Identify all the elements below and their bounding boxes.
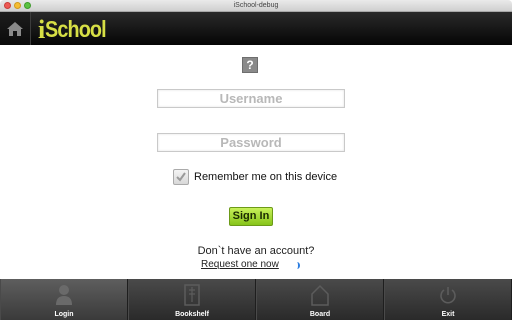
- tab-board[interactable]: Board: [256, 279, 384, 320]
- request-account-link[interactable]: Request one now: [201, 259, 279, 270]
- app-logo: i School: [38, 14, 116, 43]
- power-icon: [437, 284, 459, 306]
- sign-in-button[interactable]: Sign In: [229, 207, 273, 226]
- remember-label: Remember me on this device: [194, 171, 338, 183]
- password-input[interactable]: [157, 133, 345, 152]
- no-account-text: Don`t have an account?: [197, 245, 315, 257]
- tab-login[interactable]: Login: [0, 279, 128, 320]
- tab-exit-label: Exit: [441, 311, 455, 318]
- app-header: i School: [0, 12, 512, 45]
- loading-spinner-icon: [294, 262, 300, 269]
- tab-login-label: Login: [54, 311, 74, 318]
- window-title: iSchool-debug: [233, 2, 279, 9]
- username-input[interactable]: [157, 89, 345, 108]
- window-titlebar: iSchool-debug: [0, 0, 512, 12]
- tab-bookshelf[interactable]: Bookshelf: [128, 279, 256, 320]
- tab-exit[interactable]: Exit: [384, 279, 512, 320]
- remember-me[interactable]: Remember me on this device: [173, 168, 337, 186]
- person-icon: [53, 284, 75, 306]
- help-icon[interactable]: ?: [242, 57, 258, 73]
- bottom-tab-bar: Login Bookshelf Board Exit: [0, 279, 512, 320]
- home-icon: [7, 21, 23, 36]
- home-button[interactable]: [0, 12, 31, 45]
- tab-bookshelf-label: Bookshelf: [175, 311, 209, 318]
- book-icon: [181, 284, 203, 306]
- board-icon: [309, 284, 331, 306]
- remember-checkbox[interactable]: [173, 169, 189, 185]
- logo-text: School: [45, 16, 107, 42]
- checkmark-icon: [176, 172, 186, 182]
- tab-board-label: Board: [309, 311, 331, 318]
